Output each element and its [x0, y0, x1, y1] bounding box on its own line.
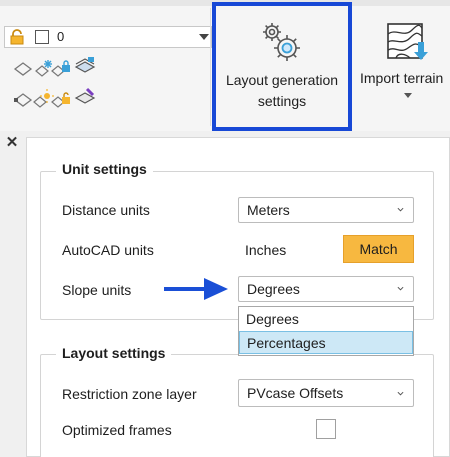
layer-match-icon[interactable]: [12, 88, 34, 108]
chevron-down-icon: [397, 391, 404, 396]
option-degrees[interactable]: Degrees: [239, 308, 413, 331]
restriction-zone-layer-label: Restriction zone layer: [62, 386, 197, 402]
layer-edit-icon[interactable]: [74, 86, 96, 106]
match-button[interactable]: Match: [343, 235, 414, 263]
arrow-right-icon: [164, 278, 228, 300]
unit-settings-title: Unit settings: [56, 161, 153, 177]
autocad-units-label: AutoCAD units: [62, 242, 154, 258]
chevron-down-icon[interactable]: [404, 93, 412, 98]
distance-units-value: Meters: [247, 202, 290, 218]
chevron-down-icon: [199, 34, 209, 40]
restriction-zone-layer-value: PVcase Offsets: [247, 385, 344, 401]
layout-settings-title: Layout settings: [56, 345, 172, 361]
layer-lock-icon[interactable]: [50, 57, 72, 77]
terrain-import-icon: [387, 23, 428, 60]
layer-isolate-icon[interactable]: [12, 57, 34, 77]
restriction-zone-layer-select[interactable]: PVcase Offsets: [238, 379, 414, 407]
unlock-icon[interactable]: [50, 88, 72, 108]
lock-icon: [10, 29, 24, 45]
optimized-frames-label: Optimized frames: [62, 422, 172, 438]
layout-generation-label-line1: Layout generation: [225, 72, 339, 88]
import-terrain-label: Import terrain: [360, 70, 444, 86]
layout-generation-label-line2: settings: [257, 93, 307, 109]
slope-units-label: Slope units: [62, 282, 132, 298]
distance-units-label: Distance units: [62, 202, 150, 218]
option-percentages[interactable]: Percentages: [239, 331, 413, 354]
layer-color-swatch: [35, 30, 49, 44]
distance-units-select[interactable]: Meters: [238, 197, 414, 223]
slope-units-dropdown-list: Degrees Percentages: [238, 306, 414, 356]
gears-icon: [263, 23, 300, 61]
ribbon-separator: [210, 8, 211, 126]
slope-units-select[interactable]: Degrees: [238, 276, 414, 302]
close-icon[interactable]: ✕: [5, 135, 19, 150]
autocad-units-value: Inches: [245, 242, 287, 258]
layer-dropdown[interactable]: 0: [4, 26, 212, 48]
chevron-down-icon: [397, 207, 404, 212]
layout-generation-label: Layout generation settings: [216, 70, 348, 112]
chevron-down-icon: [397, 286, 404, 291]
layer-value: 0: [57, 29, 65, 44]
slope-units-value: Degrees: [247, 281, 300, 297]
layer-stack-icon[interactable]: [74, 55, 96, 75]
optimized-frames-checkbox[interactable]: [316, 419, 336, 439]
